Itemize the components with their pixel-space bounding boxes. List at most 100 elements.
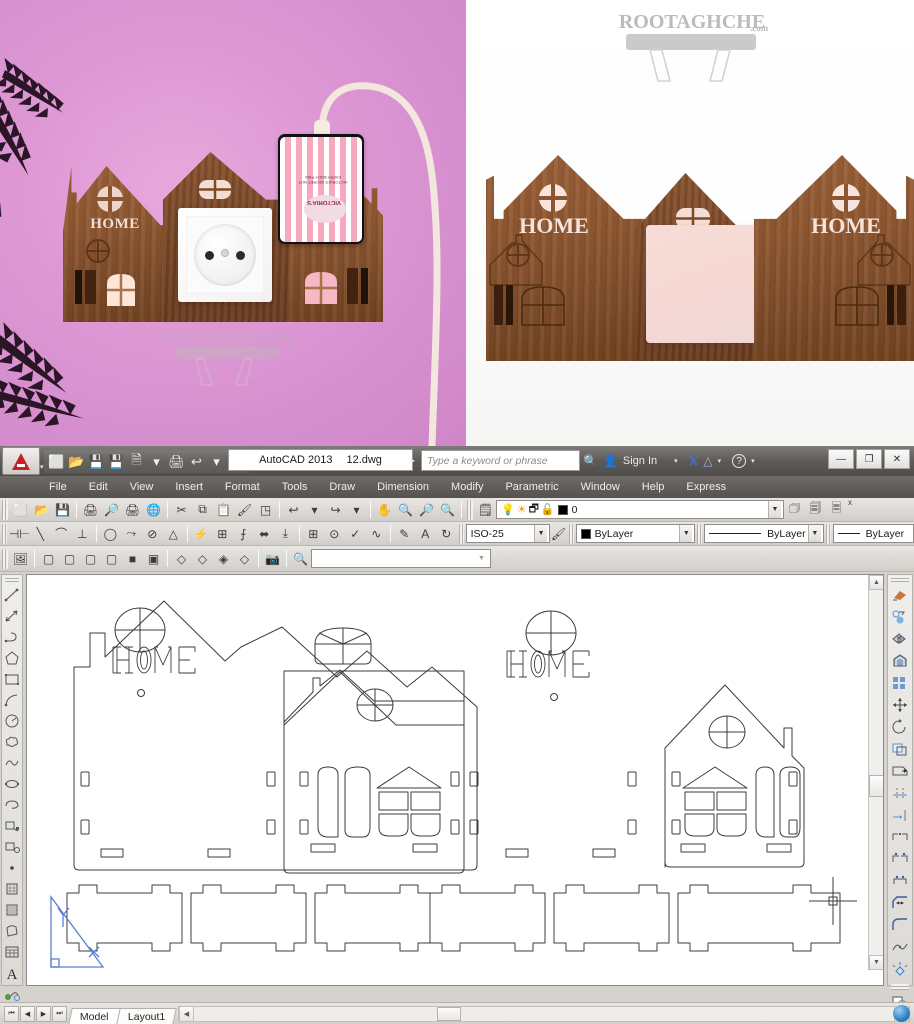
named-views-icon[interactable]: 🖼 [10,548,31,569]
horizontal-scroll-thumb[interactable] [436,1006,461,1021]
rectangle-icon[interactable] [2,668,22,689]
model-space-canvas[interactable]: ▲ ▼ [26,574,884,986]
open-icon[interactable]: 📂 [31,499,52,520]
continue-dimension-icon[interactable]: ⨍ [233,523,254,544]
match-properties-icon[interactable]: 🖌 [234,499,255,520]
hscroll-left-button[interactable]: ◀ [178,1005,194,1022]
array-icon[interactable] [888,672,912,694]
scroll-up-button[interactable]: ▲ [869,575,883,590]
linetype-dropdown-icon[interactable]: ▼ [807,525,821,542]
camera-icon[interactable]: 📷 [262,548,283,569]
status-orb-icon[interactable] [893,1005,910,1022]
color-control-combo[interactable]: ByLayer ▼ [575,524,696,543]
lightbulb-icon[interactable]: 💡 [501,503,515,516]
first-layout-button[interactable]: ⏮ [4,1005,19,1022]
realistic-style-icon[interactable]: ▢ [101,548,122,569]
layer-control-combo[interactable]: 💡 ☀ 🗗 🔓 0 ▼ [496,500,784,519]
ordinate-dimension-icon[interactable]: ⊥ [72,523,93,544]
3d-print-icon[interactable]: 🌐 [143,499,164,520]
polyline-icon[interactable] [2,626,22,647]
help-dropdown-icon[interactable]: ▾ [751,457,755,465]
sun-icon[interactable]: ☀ [517,503,527,516]
copy-icon[interactable]: ⧉ [192,499,213,520]
qnew-icon[interactable]: ⬜ [10,499,31,520]
user-account-icon[interactable]: 👤 [603,454,618,468]
break-at-point-icon[interactable] [888,848,912,870]
toolbar-grip-vs[interactable] [2,548,8,569]
menu-item-dimension[interactable]: Dimension [366,476,440,498]
plot-preview-icon[interactable]: 🗎 [127,452,146,471]
revision-cloud-icon[interactable] [2,731,22,752]
undo-icon[interactable]: ↩ [187,452,206,471]
copy-icon[interactable] [888,606,912,628]
menu-item-format[interactable]: Format [214,476,271,498]
plot-preview-icon[interactable]: 🔎 [101,499,122,520]
shades-of-gray-icon[interactable]: ◇ [171,548,192,569]
plot-icon[interactable]: 🖨 [80,499,101,520]
hidden-style-icon[interactable]: ▢ [80,548,101,569]
region-icon[interactable] [2,920,22,941]
help-icon[interactable]: ? [732,454,747,468]
save-icon[interactable]: 💾 [87,452,106,471]
layer-dropdown-icon[interactable]: ▼ [768,501,781,518]
menu-item-parametric[interactable]: Parametric [494,476,569,498]
print-icon[interactable]: 🖨 [167,452,186,471]
sign-in-label[interactable]: Sign In [623,455,657,467]
application-menu-button[interactable] [2,447,40,475]
visual-style-combo[interactable]: ▼ [311,549,491,568]
toolbar-grip-dim[interactable] [2,523,7,544]
trim-icon[interactable] [888,782,912,804]
layer-properties-icon[interactable]: 🗒 [475,499,496,520]
tolerance-icon[interactable]: ⊞ [303,523,324,544]
scale-icon[interactable] [888,738,912,760]
lineweight-control-combo[interactable]: ByLayer [832,524,914,543]
visual-style-dropdown-icon[interactable]: ▼ [475,550,488,567]
layer-states-icon[interactable]: 🗏 [826,499,847,520]
edit-dimension-icon[interactable]: ✎ [394,523,415,544]
polygon-icon[interactable] [2,647,22,668]
table-icon[interactable] [2,941,22,962]
shaded-edges-style-icon[interactable]: ▣ [143,548,164,569]
sketchy-style-icon[interactable]: ◇ [192,548,213,569]
chamfer-icon[interactable] [888,892,912,914]
multiline-text-icon[interactable]: A [2,962,22,983]
join-icon[interactable] [888,870,912,892]
search-binoculars-icon[interactable]: 🔍 [583,454,598,468]
save-as-icon[interactable]: 💾 [107,452,126,471]
toolbar-grip-dimstyle[interactable] [458,523,464,544]
add-selected-icon[interactable] [2,983,22,1004]
diameter-dimension-icon[interactable]: ⊘ [142,523,163,544]
extend-icon[interactable] [888,804,912,826]
menu-item-tools[interactable]: Tools [271,476,319,498]
color-dropdown-icon[interactable]: ▼ [679,525,693,542]
horizontal-scrollbar[interactable]: ◀ ▶ [177,1005,910,1022]
zoom-icon[interactable]: 🔍 [290,548,311,569]
insert-block-icon[interactable] [2,815,22,836]
toolbar-grip-props[interactable] [568,523,574,544]
xray-style-icon[interactable]: ◈ [213,548,234,569]
ellipse-arc-icon[interactable] [2,794,22,815]
menu-item-express[interactable]: Express [675,476,737,498]
fillet-icon[interactable] [888,914,912,936]
conceptual-style-icon[interactable]: ▢ [59,548,80,569]
move-icon[interactable] [888,694,912,716]
blend-curves-icon[interactable] [888,936,912,958]
break-icon[interactable] [888,826,912,848]
dimension-style-combo[interactable]: ISO-25 ▼ [465,524,551,543]
layer-previous-icon[interactable]: 🗇 [784,499,805,520]
edit-dimension-text-icon[interactable]: A [415,523,436,544]
dimension-space-icon[interactable]: ⬌ [254,523,275,544]
wireframe-style-icon[interactable]: ◇ [234,548,255,569]
center-mark-icon[interactable]: ⊙ [324,523,345,544]
undo-dropdown-icon[interactable]: ▾ [304,499,325,520]
cut-icon[interactable]: ✂ [171,499,192,520]
redo-dropdown-icon[interactable]: ▾ [346,499,367,520]
dimension-update-icon[interactable]: ↻ [436,523,457,544]
dimstyle-dropdown-icon[interactable]: ▼ [534,525,548,542]
menu-item-help[interactable]: Help [631,476,676,498]
redo-icon[interactable]: ↪ [325,499,346,520]
canvas-vertical-scrollbar[interactable]: ▲ ▼ [868,575,883,970]
2d-wireframe-icon[interactable]: ▢ [38,548,59,569]
zoom-window-icon[interactable]: 🔎 [416,499,437,520]
open-icon[interactable]: 📂 [67,452,86,471]
